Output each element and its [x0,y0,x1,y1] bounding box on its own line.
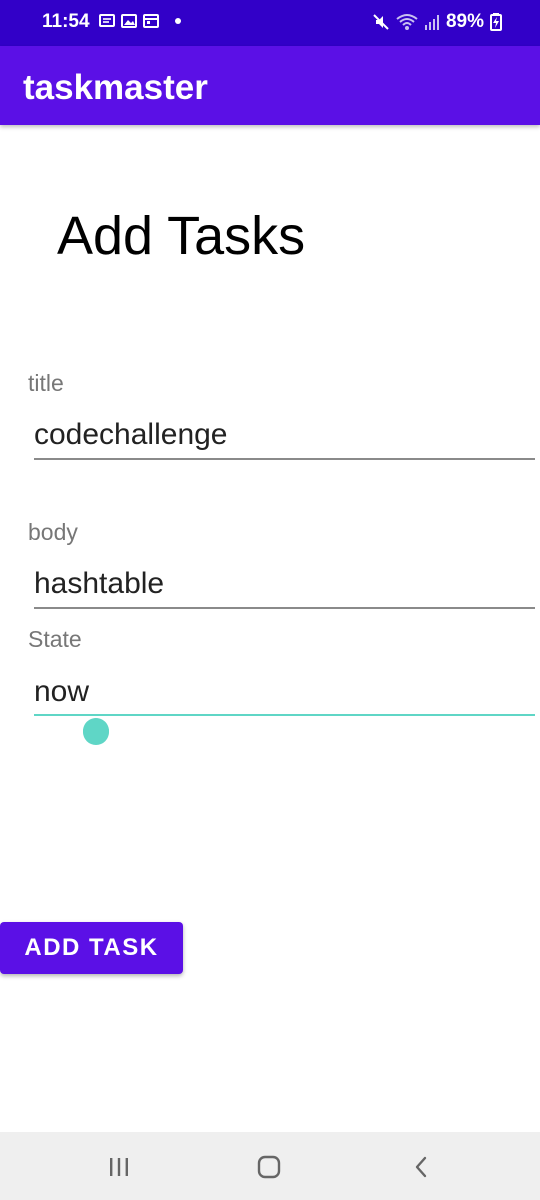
body-input-underline [34,607,535,609]
body-input[interactable]: hashtable [34,567,164,601]
page-title: Add Tasks [57,206,306,266]
body-label: body [28,519,78,545]
home-icon[interactable] [254,1152,284,1182]
title-input[interactable]: codechallenge [34,418,228,452]
battery-charging-icon [490,13,502,31]
state-label: State [28,626,82,652]
notification-dot [175,18,181,24]
text-cursor-handle[interactable] [82,714,110,746]
back-icon[interactable] [406,1152,436,1182]
system-nav-bar [0,1132,540,1200]
notification-icons [99,13,159,29]
wifi-icon [396,13,418,31]
title-label: title [28,370,64,396]
mute-icon [372,13,390,31]
state-input[interactable]: now [34,675,89,709]
title-input-underline [34,458,535,460]
app-bar: taskmaster [0,46,540,125]
status-bar: 11:54 89% [0,0,540,46]
battery-percent: 89% [445,11,484,32]
calendar-icon [143,13,159,29]
status-indicators: 89% [372,11,502,33]
status-time: 11:54 [42,11,90,32]
recent-apps-icon[interactable] [104,1152,134,1182]
app-title: taskmaster [23,68,208,107]
image-icon [121,13,137,29]
add-task-button[interactable]: ADD TASK [0,922,183,974]
signal-icon [424,13,440,31]
message-icon [99,13,115,29]
